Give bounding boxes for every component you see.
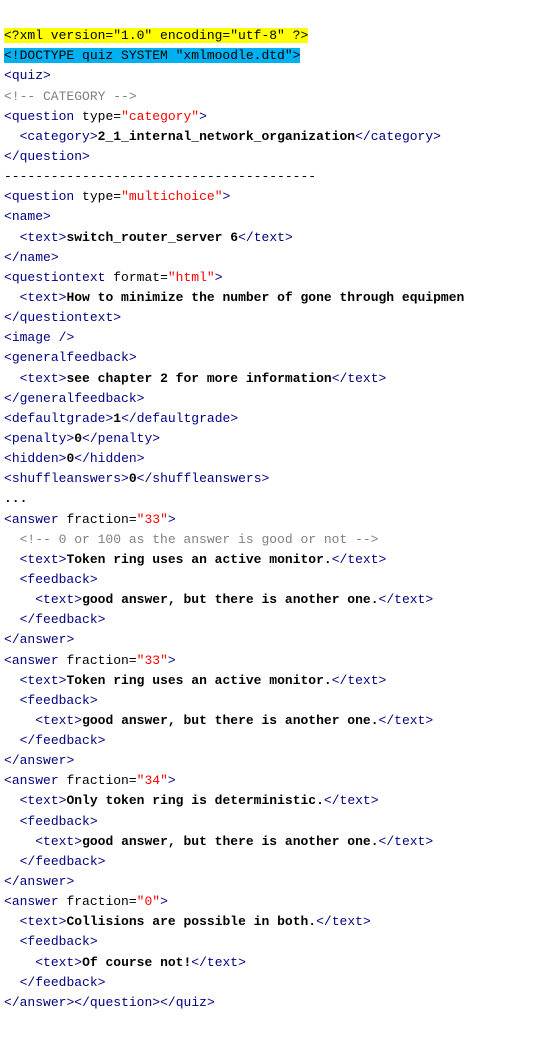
code-line: <text>Collisions are possible in both.</… bbox=[4, 912, 534, 932]
code-line: </feedback> bbox=[4, 731, 534, 751]
code-line: <feedback> bbox=[4, 691, 534, 711]
code-line: <text>see chapter 2 for more information… bbox=[4, 369, 534, 389]
code-line: </question> bbox=[4, 147, 534, 167]
code-line: </answer></question></quiz> bbox=[4, 993, 534, 1013]
code-line: <generalfeedback> bbox=[4, 348, 534, 368]
code-line: <text>good answer, but there is another … bbox=[4, 711, 534, 731]
code-line: <text>How to minimize the number of gone… bbox=[4, 288, 534, 308]
code-line: <text>good answer, but there is another … bbox=[4, 590, 534, 610]
code-line: </generalfeedback> bbox=[4, 389, 534, 409]
code-line: <!DOCTYPE quiz SYSTEM "xmlmoodle.dtd"> bbox=[4, 46, 534, 66]
code-line: <?xml version="1.0" encoding="utf-8" ?> bbox=[4, 26, 534, 46]
code-line: <text>switch_router_server 6</text> bbox=[4, 228, 534, 248]
code-line: <defaultgrade>1</defaultgrade> bbox=[4, 409, 534, 429]
code-line: </questiontext> bbox=[4, 308, 534, 328]
code-line: <answer fraction="34"> bbox=[4, 771, 534, 791]
code-line: </feedback> bbox=[4, 852, 534, 872]
code-line: <quiz> bbox=[4, 66, 534, 86]
code-line: ... bbox=[4, 489, 534, 509]
code-line: <!-- 0 or 100 as the answer is good or n… bbox=[4, 530, 534, 550]
code-line: <hidden>0</hidden> bbox=[4, 449, 534, 469]
code-line: </feedback> bbox=[4, 973, 534, 993]
code-line: <name> bbox=[4, 207, 534, 227]
code-line: <text>Of course not!</text> bbox=[4, 953, 534, 973]
code-line: ---------------------------------------- bbox=[4, 167, 534, 187]
code-line: <category>2_1_internal_network_organizat… bbox=[4, 127, 534, 147]
code-line: <text>Token ring uses an active monitor.… bbox=[4, 550, 534, 570]
code-line: <feedback> bbox=[4, 932, 534, 952]
code-line: <answer fraction="33"> bbox=[4, 510, 534, 530]
code-line: </answer> bbox=[4, 751, 534, 771]
code-line: <feedback> bbox=[4, 812, 534, 832]
code-line: <question type="category"> bbox=[4, 107, 534, 127]
code-view: <?xml version="1.0" encoding="utf-8" ?><… bbox=[0, 0, 538, 1019]
code-line: <feedback> bbox=[4, 570, 534, 590]
code-line: <penalty>0</penalty> bbox=[4, 429, 534, 449]
code-line: <image /> bbox=[4, 328, 534, 348]
code-line: </name> bbox=[4, 248, 534, 268]
code-line: <answer fraction="33"> bbox=[4, 651, 534, 671]
code-line: <question type="multichoice"> bbox=[4, 187, 534, 207]
code-line: <answer fraction="0"> bbox=[4, 892, 534, 912]
code-line: </answer> bbox=[4, 630, 534, 650]
code-line: <shuffleanswers>0</shuffleanswers> bbox=[4, 469, 534, 489]
code-line: <!-- CATEGORY --> bbox=[4, 87, 534, 107]
code-line: </feedback> bbox=[4, 610, 534, 630]
code-line: <text>good answer, but there is another … bbox=[4, 832, 534, 852]
code-line: <text>Only token ring is deterministic.<… bbox=[4, 791, 534, 811]
code-line: </answer> bbox=[4, 872, 534, 892]
code-line: <text>Token ring uses an active monitor.… bbox=[4, 671, 534, 691]
code-line: <questiontext format="html"> bbox=[4, 268, 534, 288]
